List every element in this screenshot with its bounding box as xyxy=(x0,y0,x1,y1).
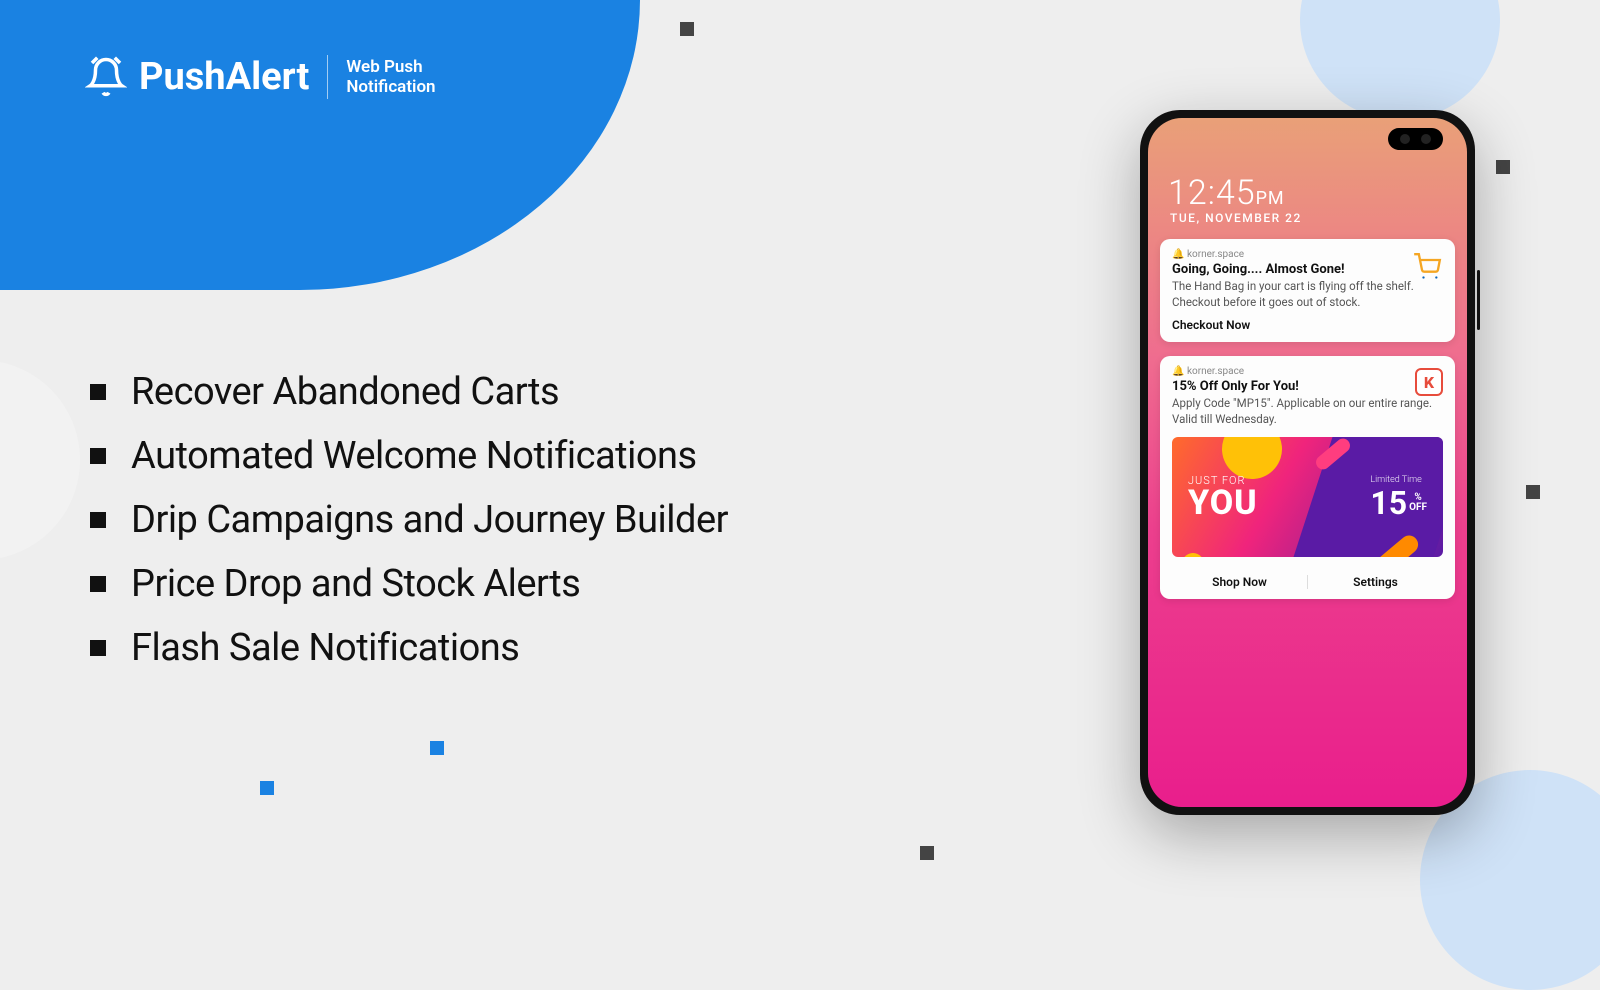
settings-button[interactable]: Settings xyxy=(1308,575,1443,589)
notification-card[interactable]: 🔔 korner.space 15% Off Only For You! App… xyxy=(1160,356,1455,599)
square-decoration xyxy=(1496,160,1510,174)
lockscreen-time: 12:45PM xyxy=(1160,173,1455,213)
notification-title: 15% Off Only For You! xyxy=(1172,379,1443,394)
features-list: Recover Abandoned Carts Automated Welcom… xyxy=(90,370,728,690)
bullet-icon xyxy=(90,640,106,656)
notification-title: Going, Going.... Almost Gone! xyxy=(1172,262,1443,277)
feature-text: Flash Sale Notifications xyxy=(131,626,519,670)
brand-subtitle-line: Notification xyxy=(346,77,435,97)
notification-source: 🔔 korner.space xyxy=(1172,366,1443,377)
promo-percent: 15 xyxy=(1370,487,1407,519)
feature-text: Drip Campaigns and Journey Builder xyxy=(131,498,728,542)
phone-button xyxy=(1477,270,1480,330)
feature-item: Recover Abandoned Carts xyxy=(90,370,728,414)
bell-icon xyxy=(85,56,127,98)
square-decoration xyxy=(920,846,934,860)
bullet-icon xyxy=(90,384,106,400)
promo-text: YOU xyxy=(1188,486,1258,520)
feature-text: Price Drop and Stock Alerts xyxy=(131,562,580,606)
time-ampm: PM xyxy=(1256,188,1285,209)
square-decoration xyxy=(680,22,694,36)
bullet-icon xyxy=(90,512,106,528)
bullet-icon xyxy=(90,448,106,464)
brand-name: PushAlert xyxy=(139,55,309,99)
notification-source: 🔔 korner.space xyxy=(1172,249,1443,260)
feature-text: Automated Welcome Notifications xyxy=(131,434,697,478)
square-decoration xyxy=(1526,485,1540,499)
notification-cta[interactable]: Checkout Now xyxy=(1172,318,1443,332)
feature-text: Recover Abandoned Carts xyxy=(131,370,559,414)
circle-decoration xyxy=(0,360,80,560)
phone-mockup: 12:45PM TUE, NOVEMBER 22 🔔 korner.space … xyxy=(1140,110,1475,815)
feature-item: Drip Campaigns and Journey Builder xyxy=(90,498,728,542)
notification-card[interactable]: 🔔 korner.space Going, Going.... Almost G… xyxy=(1160,239,1455,342)
feature-item: Automated Welcome Notifications xyxy=(90,434,728,478)
bullet-icon xyxy=(90,576,106,592)
square-decoration xyxy=(430,741,444,755)
brand-subtitle-line: Web Push xyxy=(346,57,435,77)
brand-logo: PushAlert Web Push Notification xyxy=(85,55,436,99)
notification-promo-image: JUST FOR YOU Limited Time 15 % OFF xyxy=(1172,437,1443,557)
promo-text: Limited Time xyxy=(1370,476,1427,485)
brand-k-icon: K xyxy=(1415,368,1443,396)
lockscreen-date: TUE, NOVEMBER 22 xyxy=(1160,211,1455,225)
divider xyxy=(327,55,328,99)
time-value: 12:45 xyxy=(1168,173,1256,213)
phone-camera xyxy=(1388,128,1443,150)
phone-screen: 12:45PM TUE, NOVEMBER 22 🔔 korner.space … xyxy=(1148,118,1467,807)
blue-blob-decoration xyxy=(0,0,640,290)
notification-actions: Shop Now Settings xyxy=(1172,567,1443,589)
feature-item: Flash Sale Notifications xyxy=(90,626,728,670)
square-decoration xyxy=(260,781,274,795)
circle-decoration xyxy=(1300,0,1500,120)
brand-subtitle: Web Push Notification xyxy=(346,57,435,98)
notification-body: Apply Code "MP15". Applicable on our ent… xyxy=(1172,396,1443,427)
promo-off-label: OFF xyxy=(1409,503,1427,513)
notification-body: The Hand Bag in your cart is flying off … xyxy=(1172,279,1443,310)
feature-item: Price Drop and Stock Alerts xyxy=(90,562,728,606)
shop-now-button[interactable]: Shop Now xyxy=(1172,575,1308,589)
cart-icon xyxy=(1411,253,1443,281)
